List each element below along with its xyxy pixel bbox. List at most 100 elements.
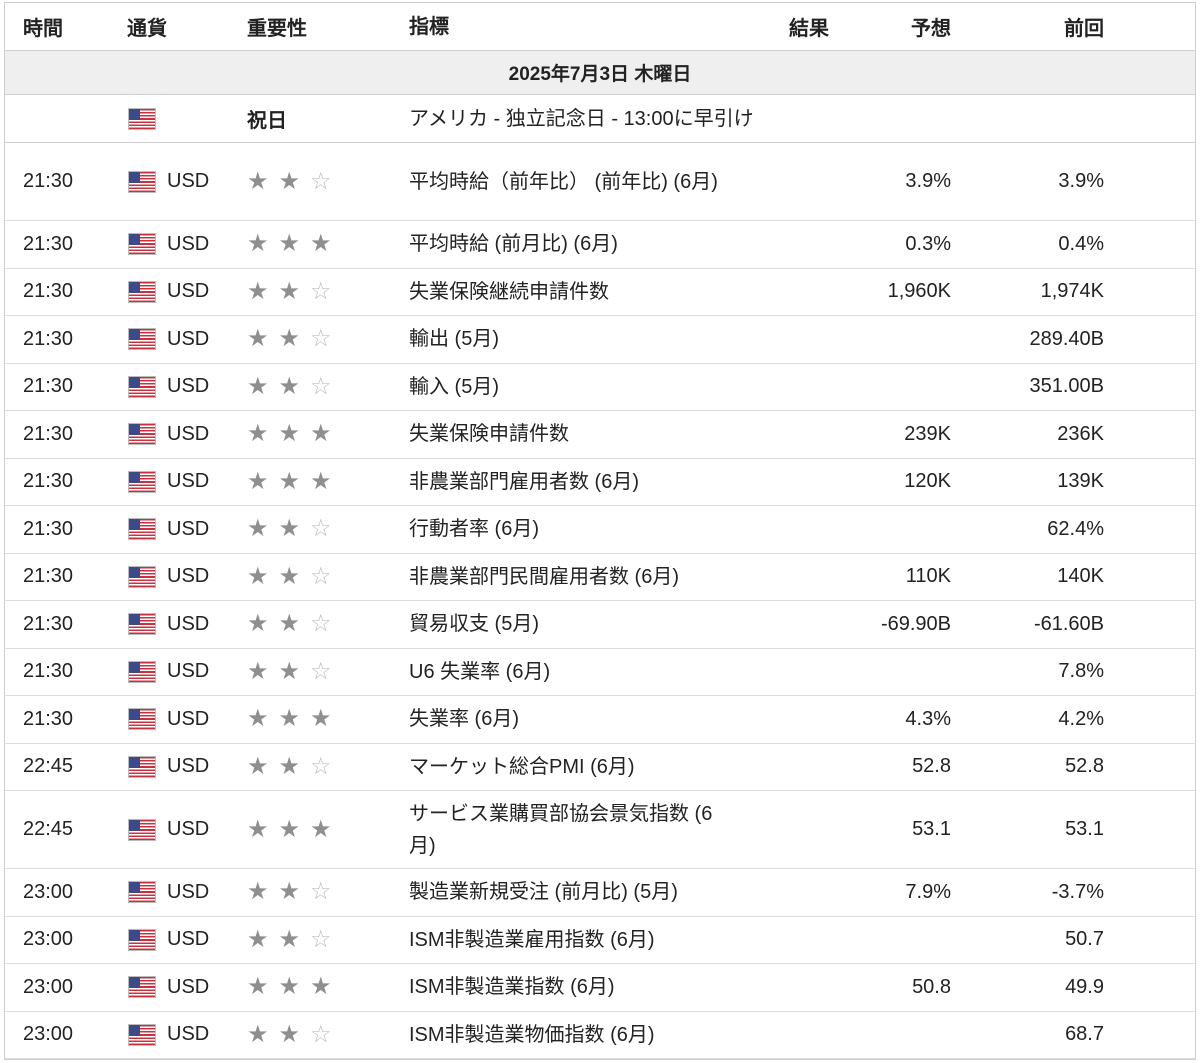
event-previous: 139K: [1057, 470, 1104, 493]
table-row[interactable]: 21:30 USD ★ ★ ★ 平均時給 (前月比) (6月) 0.3% 0.4%: [5, 221, 1195, 269]
star-filled-icon: ★: [278, 815, 301, 843]
event-importance: ★ ★ ★: [247, 707, 409, 731]
star-filled-icon: ★: [278, 277, 301, 305]
star-filled-icon: ★: [278, 610, 301, 638]
star-filled-icon: ★: [278, 973, 301, 1001]
star-filled-icon: ★: [310, 230, 332, 258]
event-time: 22:45: [23, 755, 74, 778]
star-filled-icon: ★: [278, 167, 301, 195]
event-importance: ★ ★ ☆: [247, 517, 409, 541]
star-filled-icon: ★: [247, 610, 269, 638]
event-indicator[interactable]: ISM非製造業雇用指数 (6月): [409, 924, 729, 956]
table-row[interactable]: 22:45 USD ★ ★ ☆ マーケット総合PMI (6月) 52.8 52.8: [5, 744, 1195, 791]
event-indicator[interactable]: 失業保険申請件数: [409, 418, 729, 450]
event-indicator[interactable]: 非農業部門民間雇用者数 (6月): [409, 561, 729, 593]
event-indicator[interactable]: 失業率 (6月): [409, 703, 729, 735]
event-importance: ★ ★ ☆: [247, 167, 409, 195]
header-time[interactable]: 時間: [5, 12, 127, 41]
event-currency-cell: USD: [127, 1023, 247, 1046]
star-filled-icon: ★: [247, 372, 269, 400]
table-row[interactable]: 21:30 USD ★ ★ ☆ 失業保険継続申請件数 1,960K 1,974K: [5, 269, 1195, 316]
table-row[interactable]: 21:30 USD ★ ★ ☆ 輸入 (5月) 351.00B: [5, 364, 1195, 411]
event-indicator[interactable]: 平均時給（前年比） (前年比) (6月): [409, 166, 729, 198]
table-row[interactable]: 21:30 USD ★ ★ ☆ 輸出 (5月) 289.40B: [5, 316, 1195, 364]
event-indicator[interactable]: 製造業新規受注 (前月比) (5月): [409, 876, 729, 908]
table-row[interactable]: 22:45 USD ★ ★ ★ サービス業購買部協会景気指数 (6月) 53.1 53.1: [5, 791, 1195, 869]
table-row[interactable]: 21:30 USD ★ ★ ☆ 平均時給（前年比） (前年比) (6月) 3.9% 3.9%: [5, 143, 1195, 221]
table-row[interactable]: 21:30 USD ★ ★ ☆ 非農業部門民間雇用者数 (6月) 110K 140K: [5, 554, 1195, 601]
star-empty-icon: ☆: [310, 515, 332, 543]
star-empty-icon: ☆: [310, 1020, 332, 1048]
event-indicator[interactable]: 輸出 (5月): [409, 323, 729, 355]
table-row[interactable]: 21:30 USD ★ ★ ★ 非農業部門雇用者数 (6月) 120K 139K: [5, 459, 1195, 506]
us-flag-icon: [129, 171, 155, 192]
event-currency: USD: [167, 707, 210, 730]
event-indicator[interactable]: 貿易収支 (5月): [409, 608, 729, 640]
table-row[interactable]: 21:30 USD ★ ★ ☆ U6 失業率 (6月) 7.8%: [5, 649, 1195, 696]
event-importance: ★ ★ ☆: [247, 752, 409, 780]
date-label: 2025年7月3日 木曜日: [508, 64, 692, 85]
event-currency-cell: USD: [127, 233, 247, 256]
holiday-label: 祝日: [247, 110, 287, 132]
us-flag-icon: [129, 709, 155, 730]
star-filled-icon: ★: [247, 277, 269, 305]
event-time: 21:30: [23, 660, 74, 683]
event-importance: ★ ★ ☆: [247, 657, 409, 685]
star-filled-icon: ★: [278, 705, 301, 733]
star-filled-icon: ★: [247, 752, 269, 780]
us-flag-icon: [129, 234, 155, 255]
star-filled-icon: ★: [278, 372, 301, 400]
header-actual[interactable]: 結果: [729, 12, 829, 41]
event-indicator[interactable]: 輸入 (5月): [409, 371, 729, 403]
star-empty-icon: ☆: [310, 372, 332, 400]
header-currency[interactable]: 通貨: [127, 12, 247, 41]
star-filled-icon: ★: [278, 420, 301, 448]
event-importance: ★ ★ ☆: [247, 277, 409, 305]
us-flag-icon: [129, 566, 155, 587]
star-filled-icon: ★: [278, 1020, 301, 1048]
event-currency-cell: USD: [127, 328, 247, 351]
star-filled-icon: ★: [247, 515, 269, 543]
table-row[interactable]: 23:00 USD ★ ★ ★ ISM非製造業指数 (6月) 50.8 49.9: [5, 964, 1195, 1012]
event-previous: 7.8%: [1058, 660, 1104, 683]
table-row[interactable]: 21:30 USD ★ ★ ☆ 行動者率 (6月) 62.4%: [5, 506, 1195, 554]
event-indicator[interactable]: サービス業購買部協会景気指数 (6月): [409, 798, 729, 862]
star-filled-icon: ★: [247, 657, 269, 685]
table-row[interactable]: 23:00 USD ★ ★ ☆ ISM非製造業物価指数 (6月) 68.7: [5, 1012, 1195, 1059]
event-importance: ★ ★ ☆: [247, 327, 409, 351]
event-indicator[interactable]: 失業保険継続申請件数: [409, 276, 729, 308]
star-filled-icon: ★: [278, 562, 301, 590]
event-indicator[interactable]: 非農業部門雇用者数 (6月): [409, 466, 729, 498]
star-filled-icon: ★: [278, 657, 301, 685]
event-indicator[interactable]: U6 失業率 (6月): [409, 656, 729, 688]
event-currency: USD: [167, 928, 210, 951]
table-row[interactable]: 23:00 USD ★ ★ ☆ ISM非製造業雇用指数 (6月) 50.7: [5, 917, 1195, 964]
table-row[interactable]: 21:30 USD ★ ★ ★ 失業保険申請件数 239K 236K: [5, 411, 1195, 459]
event-currency: USD: [167, 975, 210, 998]
event-indicator[interactable]: マーケット総合PMI (6月): [409, 751, 729, 783]
header-importance[interactable]: 重要性: [247, 12, 409, 41]
event-indicator[interactable]: ISM非製造業指数 (6月): [409, 971, 729, 1003]
event-currency: USD: [167, 470, 210, 493]
star-filled-icon: ★: [310, 420, 332, 448]
header-indicator[interactable]: 指標: [409, 11, 729, 43]
star-filled-icon: ★: [310, 467, 332, 495]
event-indicator[interactable]: ISM非製造業物価指数 (6月): [409, 1019, 729, 1051]
event-currency: USD: [167, 660, 210, 683]
header-previous[interactable]: 前回: [951, 12, 1104, 41]
table-row[interactable]: 23:00 USD ★ ★ ☆ 製造業新規受注 (前月比) (5月) 7.9% -3.7%: [5, 869, 1195, 917]
event-importance: ★ ★ ★: [247, 975, 409, 999]
event-currency-cell: USD: [127, 565, 247, 588]
event-indicator[interactable]: 行動者率 (6月): [409, 513, 729, 545]
event-importance: ★ ★ ★: [247, 422, 409, 446]
table-row[interactable]: 21:30 USD ★ ★ ★ 失業率 (6月) 4.3% 4.2%: [5, 696, 1195, 744]
table-row[interactable]: 21:30 USD ★ ★ ☆ 貿易収支 (5月) -69.90B -61.60B: [5, 601, 1195, 649]
event-time: 23:00: [23, 975, 74, 998]
event-currency-cell: USD: [127, 375, 247, 398]
event-previous: 3.9%: [1058, 170, 1104, 192]
event-currency: USD: [167, 280, 210, 303]
event-indicator[interactable]: 平均時給 (前月比) (6月): [409, 228, 729, 260]
us-flag-icon: [129, 614, 155, 635]
event-currency-cell: USD: [127, 280, 247, 303]
header-forecast[interactable]: 予想: [829, 12, 951, 41]
